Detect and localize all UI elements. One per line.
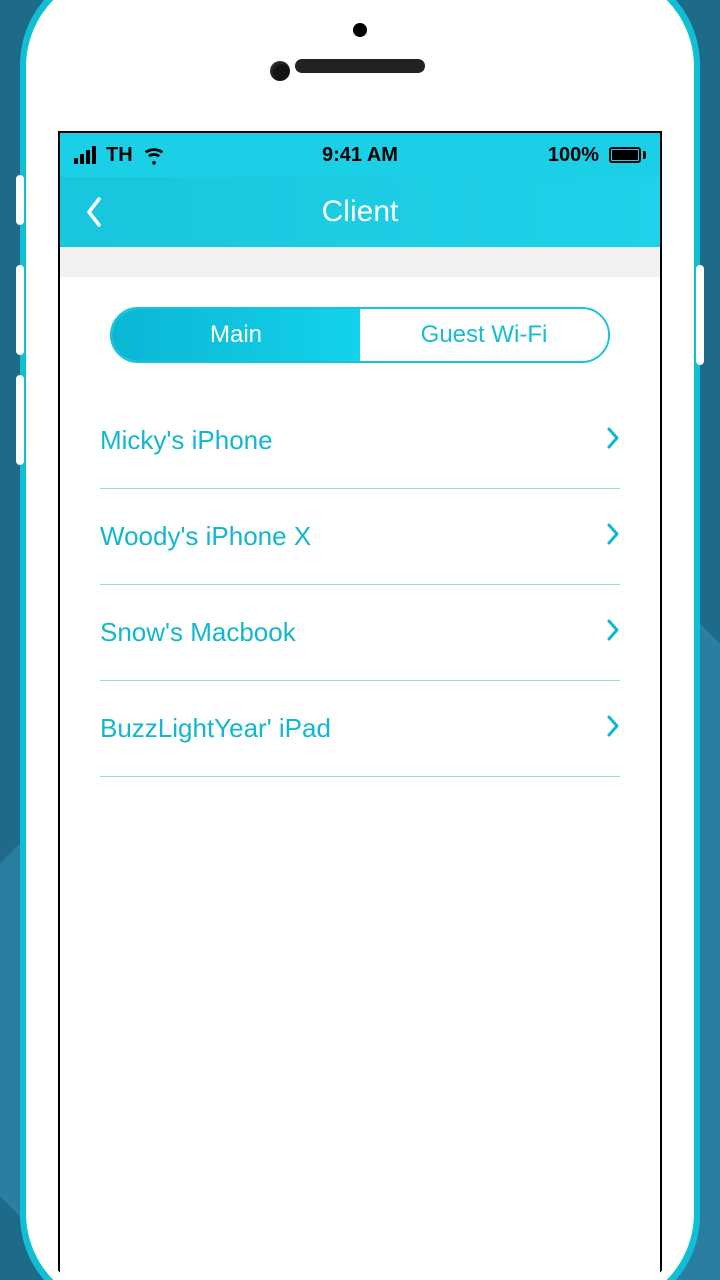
client-row[interactable]: Micky's iPhone bbox=[100, 393, 620, 489]
page-title: Client bbox=[60, 195, 660, 229]
carrier-label: TH bbox=[106, 144, 133, 167]
back-button[interactable] bbox=[74, 192, 114, 232]
chevron-right-icon bbox=[606, 618, 620, 647]
phone-camera bbox=[270, 61, 290, 81]
clock: 9:41 AM bbox=[322, 144, 398, 166]
phone-side-button bbox=[16, 265, 24, 355]
battery-icon bbox=[609, 147, 646, 163]
chevron-left-icon bbox=[85, 196, 103, 228]
phone-sensor bbox=[353, 23, 367, 37]
content-area: Main Guest Wi-Fi Micky's iPhone Woody's … bbox=[60, 277, 660, 777]
phone-side-button bbox=[16, 375, 24, 465]
phone-earpiece bbox=[295, 59, 425, 73]
separator bbox=[60, 247, 660, 277]
signal-icon bbox=[74, 146, 96, 164]
client-row[interactable]: Woody's iPhone X bbox=[100, 489, 620, 585]
battery-percent: 100% bbox=[548, 144, 599, 167]
status-bar: TH 9:41 AM 100% bbox=[60, 133, 660, 177]
client-row[interactable]: BuzzLightYear' iPad bbox=[100, 681, 620, 777]
phone-side-button bbox=[16, 175, 24, 225]
client-name: Snow's Macbook bbox=[100, 617, 296, 648]
network-segmented-control: Main Guest Wi-Fi bbox=[110, 307, 610, 363]
wifi-icon bbox=[143, 144, 165, 166]
chevron-right-icon bbox=[606, 522, 620, 551]
phone-side-button bbox=[696, 265, 704, 365]
tab-main-label: Main bbox=[210, 321, 262, 349]
chevron-right-icon bbox=[606, 714, 620, 743]
client-name: BuzzLightYear' iPad bbox=[100, 713, 331, 744]
chevron-right-icon bbox=[606, 426, 620, 455]
tab-main[interactable]: Main bbox=[112, 309, 360, 361]
client-row[interactable]: Snow's Macbook bbox=[100, 585, 620, 681]
screen: TH 9:41 AM 100% bbox=[58, 131, 662, 1280]
client-name: Woody's iPhone X bbox=[100, 521, 311, 552]
phone-frame: TH 9:41 AM 100% bbox=[20, 0, 700, 1280]
client-name: Micky's iPhone bbox=[100, 425, 273, 456]
nav-bar: Client bbox=[60, 177, 660, 247]
tab-guest-wifi[interactable]: Guest Wi-Fi bbox=[360, 309, 608, 361]
tab-guest-label: Guest Wi-Fi bbox=[421, 321, 548, 349]
